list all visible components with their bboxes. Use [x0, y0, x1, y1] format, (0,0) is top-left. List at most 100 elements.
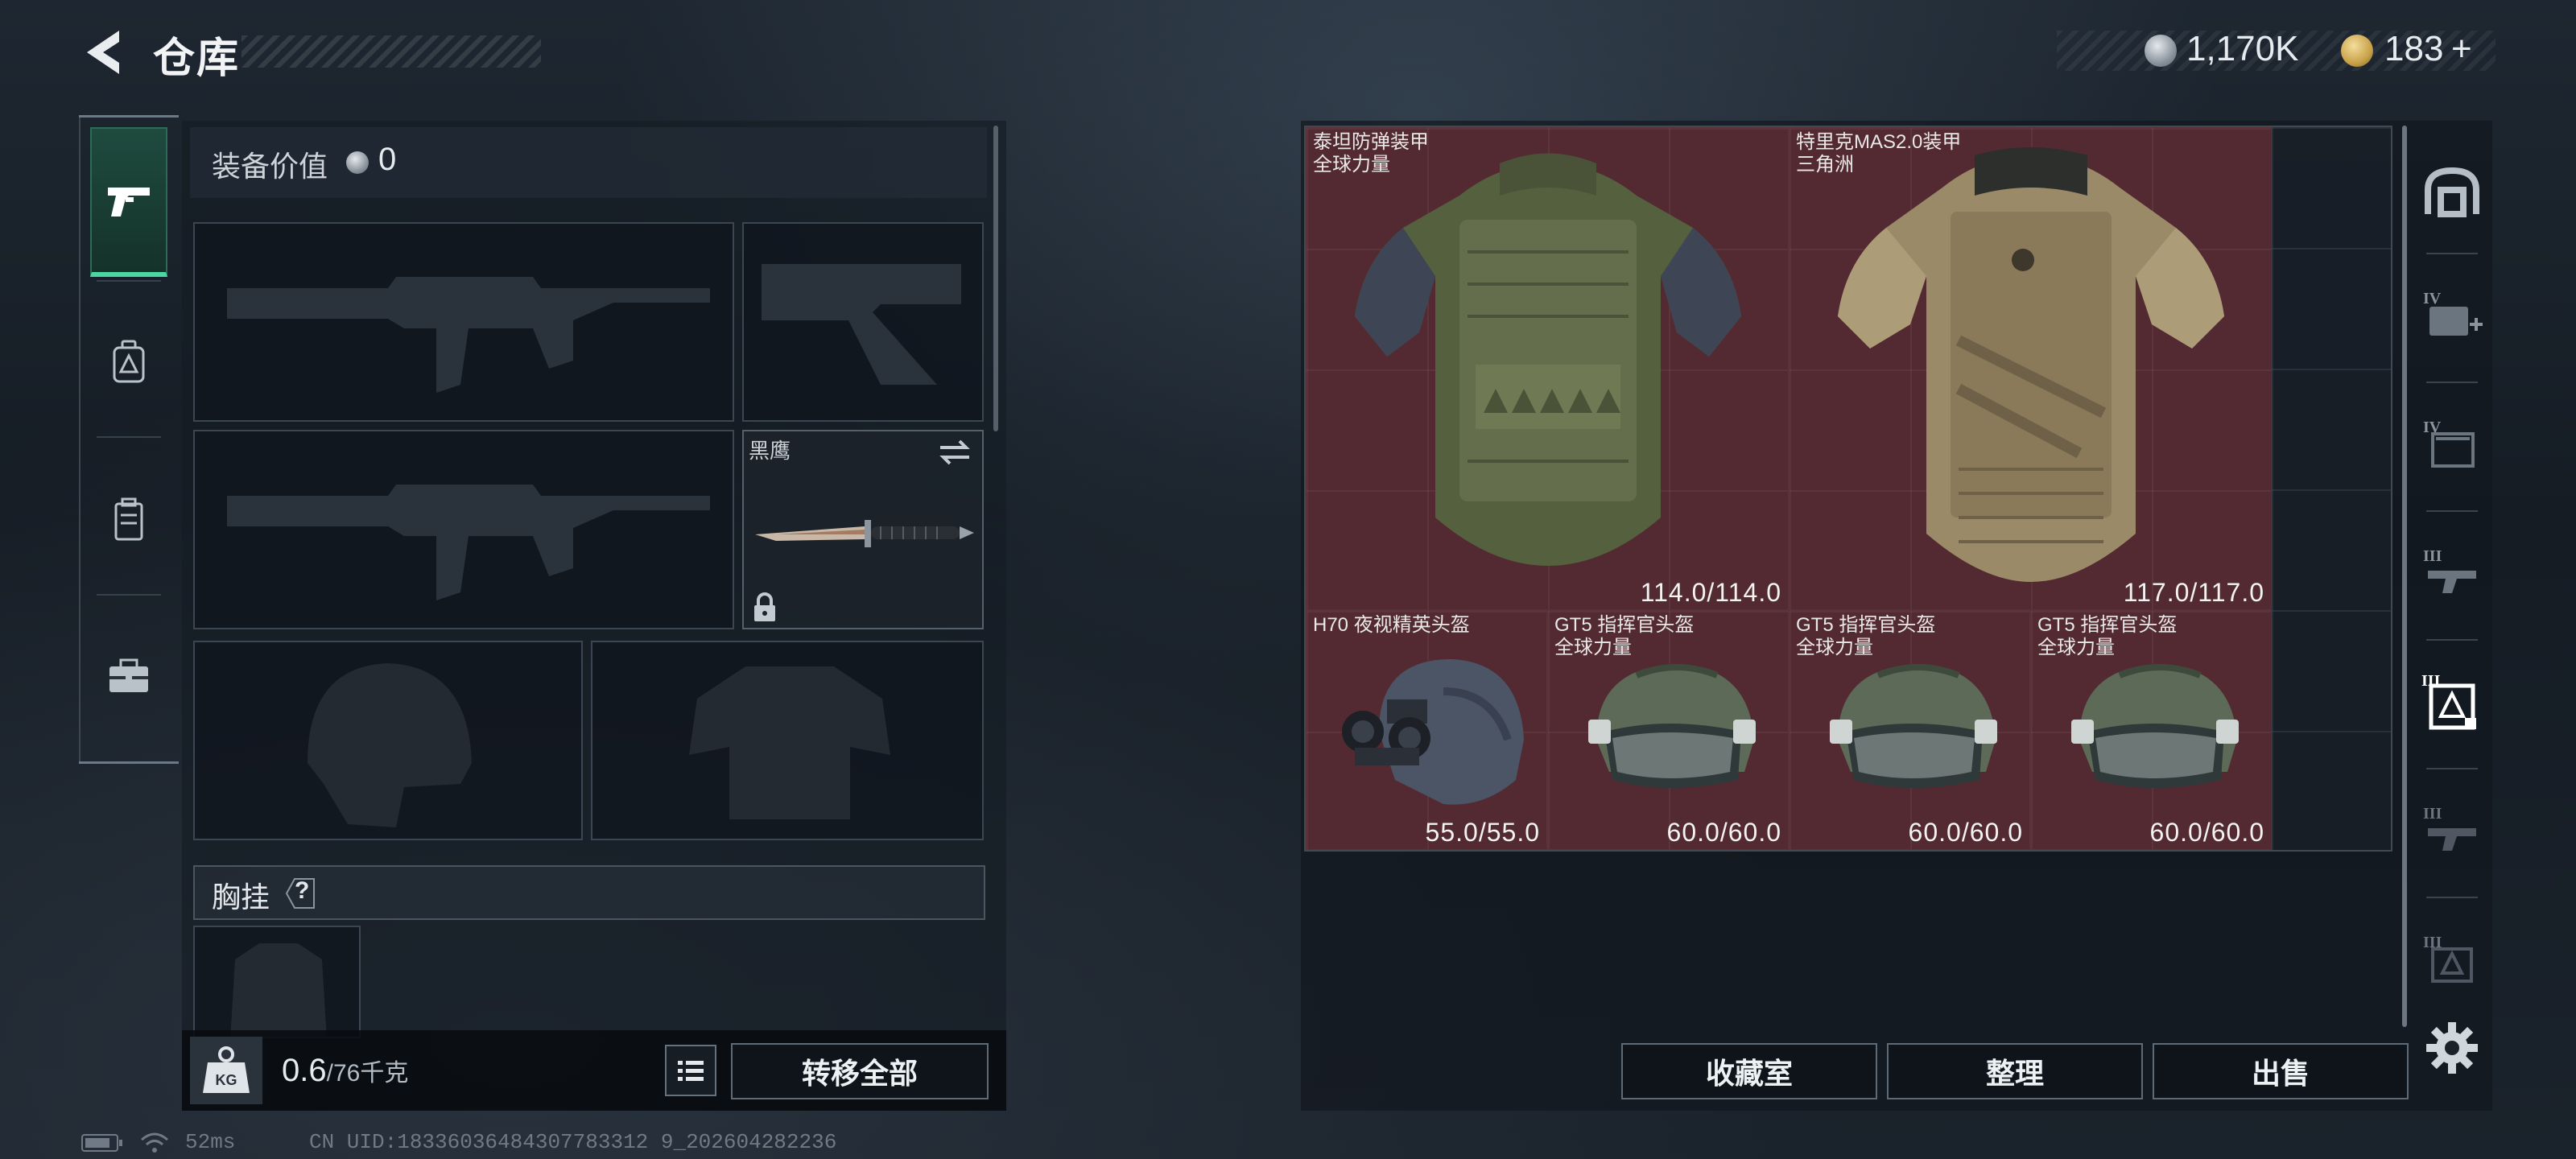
- silver-coin-icon: [346, 151, 369, 174]
- nav-tab-case[interactable]: [90, 604, 167, 749]
- weight-icon-box: KG: [190, 1037, 262, 1104]
- key-filter-icon: III: [2423, 934, 2473, 983]
- pistol-silhouette-icon: [762, 264, 961, 385]
- item-durability: 114.0/114.0: [1640, 578, 1781, 607]
- weight-current: 0.6: [282, 1053, 327, 1088]
- attachment-filter-icon: III: [2423, 805, 2476, 851]
- gun-filter-icon: III: [2423, 547, 2476, 593]
- settings-button[interactable]: [2423, 1019, 2481, 1077]
- storage-item[interactable]: GT5 指挥官头盔 全球力量 60.0/60.0: [1789, 610, 2030, 850]
- storage-item[interactable]: H70 夜视精英头盔 55.0/55.0: [1306, 610, 1547, 850]
- night-vision-helmet-icon: [1342, 659, 1524, 805]
- item-name: GT5 指挥官头盔: [1796, 614, 1936, 636]
- helmet-silhouette-icon: [308, 663, 472, 827]
- ping-readout: 52ms: [185, 1130, 236, 1154]
- collection-room-button[interactable]: 收藏室: [1621, 1043, 1877, 1099]
- secondary-weapon-slot[interactable]: [193, 430, 734, 629]
- rig-silhouette-icon: [230, 943, 327, 1037]
- commander-helmet-icon: [2071, 664, 2239, 788]
- nav-tab-rig[interactable]: [90, 448, 167, 592]
- storage-scrollbar[interactable]: [2402, 126, 2407, 1027]
- user-id-readout: CN UID:18336036484307783312 9_2026042822…: [309, 1130, 837, 1154]
- filter-attachments[interactable]: III: [2418, 795, 2486, 863]
- filter-separator: [2426, 510, 2478, 512]
- title-decoration: [242, 35, 541, 68]
- storage-item[interactable]: GT5 指挥官头盔 全球力量 60.0/60.0: [2030, 610, 2272, 850]
- rifle-silhouette-icon: [227, 277, 710, 393]
- nav-separator: [97, 436, 161, 438]
- knife-icon: [755, 520, 974, 547]
- item-name: H70 夜视精英头盔: [1313, 614, 1470, 636]
- list-icon: [678, 1061, 704, 1081]
- transfer-all-button[interactable]: 转移全部: [731, 1043, 989, 1099]
- helmet-slot[interactable]: [193, 641, 583, 840]
- chest-rig-label: 胸挂: [212, 881, 270, 914]
- body-armor-icon: [1838, 147, 2224, 582]
- filter-separator: [2426, 897, 2478, 898]
- filter-separator: [2426, 253, 2478, 254]
- filter-separator: [2426, 382, 2478, 383]
- storage-item[interactable]: GT5 指挥官头盔 全球力量 60.0/60.0: [1547, 610, 1789, 850]
- body-armor-icon: [1355, 153, 1741, 566]
- item-durability: 55.0/55.0: [1425, 818, 1540, 847]
- sidearm-slot[interactable]: [742, 222, 984, 422]
- pistol-icon: [108, 188, 150, 217]
- silver-currency-value: 1,170K: [2186, 29, 2299, 68]
- list-view-button[interactable]: [665, 1045, 716, 1096]
- body-armor-slot[interactable]: [591, 641, 984, 840]
- organize-button[interactable]: 整理: [1887, 1043, 2143, 1099]
- svg-text:III: III: [2423, 547, 2442, 565]
- chest-rig-slot[interactable]: [193, 926, 361, 1038]
- storage-item[interactable]: 泰坦防弹装甲 全球力量 114.0/114.0: [1306, 127, 1789, 610]
- help-glyph: ?: [295, 877, 310, 904]
- svg-text:III: III: [2423, 805, 2442, 823]
- nav-top-line: [79, 115, 179, 118]
- nav-separator: [97, 594, 161, 596]
- wifi-icon: [141, 1132, 168, 1153]
- home-icon: [2425, 167, 2479, 217]
- filter-separator: [2426, 768, 2478, 769]
- swap-icon[interactable]: [937, 438, 972, 467]
- page-title: 仓库: [153, 35, 241, 82]
- nav-separator: [97, 280, 161, 282]
- armor-silhouette-icon: [689, 666, 890, 819]
- equipment-scrollbar[interactable]: [993, 126, 998, 431]
- filter-all[interactable]: [2418, 158, 2486, 225]
- filter-weapons[interactable]: III: [2418, 538, 2486, 605]
- equipment-value: 0: [378, 142, 397, 177]
- backpack-icon: [113, 340, 145, 383]
- filter-armor-active[interactable]: III: [2418, 668, 2486, 736]
- filter-keys[interactable]: III: [2418, 924, 2486, 992]
- silver-coin-icon: [2145, 35, 2177, 67]
- item-durability: 60.0/60.0: [1908, 818, 2023, 847]
- filter-medical[interactable]: IV: [2418, 280, 2486, 348]
- sell-button[interactable]: 出售: [2153, 1043, 2409, 1099]
- gold-coin-icon: [2341, 35, 2373, 67]
- ammo-box-filter-icon: IV: [2423, 419, 2475, 468]
- rig-icon: [114, 497, 143, 541]
- nav-tab-backpack[interactable]: [90, 290, 167, 435]
- primary-weapon-slot[interactable]: [193, 222, 734, 422]
- item-name: GT5 指挥官头盔: [2037, 614, 2178, 636]
- rifle-silhouette-icon: [227, 485, 710, 600]
- weight-kg-icon: KG: [203, 1046, 250, 1093]
- armor-filter-icon: III: [2421, 672, 2476, 730]
- nav-divider: [79, 115, 80, 764]
- back-button[interactable]: [77, 24, 129, 80]
- commander-helmet-icon: [1830, 664, 1997, 788]
- storage-item[interactable]: 特里克MAS2.0装甲 三角洲 117.0/117.0: [1789, 127, 2272, 610]
- svg-text:KG: KG: [216, 1072, 237, 1088]
- melee-item-name: 黑鹰: [749, 439, 791, 463]
- chest-rig-help-button[interactable]: ?: [282, 876, 319, 911]
- briefcase-icon: [109, 658, 148, 692]
- item-name: GT5 指挥官头盔: [1554, 614, 1695, 636]
- add-currency-button[interactable]: +: [2451, 29, 2472, 69]
- gear-icon: [2426, 1022, 2478, 1074]
- battery-icon: [81, 1134, 122, 1152]
- item-durability: 60.0/60.0: [2149, 818, 2264, 847]
- filter-ammo[interactable]: IV: [2418, 409, 2486, 476]
- medkit-filter-icon: IV: [2423, 290, 2483, 336]
- svg-text:IV: IV: [2423, 290, 2442, 307]
- filter-separator: [2426, 639, 2478, 641]
- nav-tab-weapons[interactable]: [90, 127, 167, 277]
